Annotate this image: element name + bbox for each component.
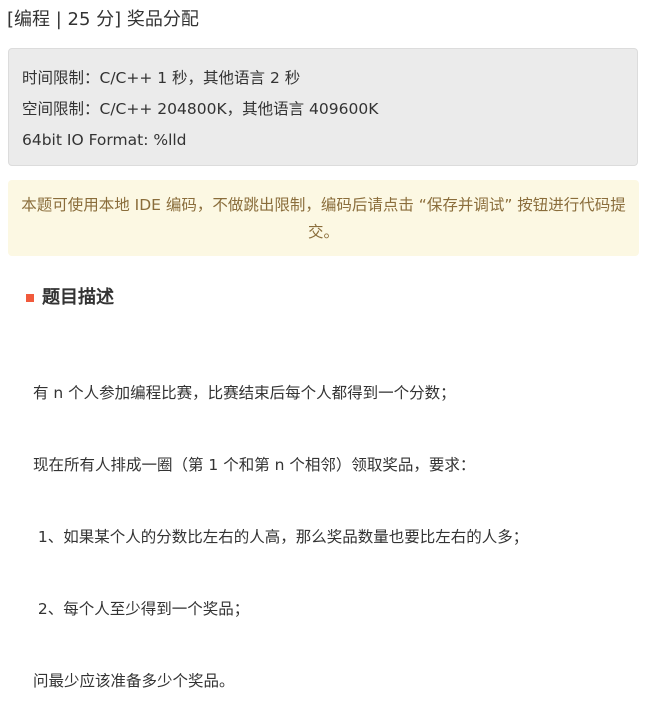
description-heading: 题目描述 (42, 287, 114, 308)
square-marker-icon (26, 294, 34, 302)
description-line: 现在所有人排成一圈（第 1 个和第 n 个相邻）领取奖品，要求： (33, 456, 476, 474)
ide-notice: 本题可使用本地 IDE 编码，不做跳出限制，编码后请点击 “保存并调试” 按钮进… (8, 180, 639, 256)
description-header: 题目描述 (26, 284, 114, 312)
problem-description: 有 n 个人参加编程比赛，比赛结束后每个人都得到一个分数； 现在所有人排成一圈（… (33, 333, 528, 717)
notice-text: 本题可使用本地 IDE 编码，不做跳出限制，编码后请点击 “保存并调试” 按钮进… (21, 196, 626, 241)
description-line: 有 n 个人参加编程比赛，比赛结束后每个人都得到一个分数； (33, 384, 456, 402)
description-line: 问最少应该准备多少个奖品。 (33, 672, 235, 690)
description-line: 1、如果某个人的分数比左右的人高，那么奖品数量也要比左右的人多； (33, 528, 529, 546)
time-limit: 时间限制：C/C++ 1 秒，其他语言 2 秒 (22, 69, 301, 87)
limits-panel: 时间限制：C/C++ 1 秒，其他语言 2 秒 空间限制：C/C++ 20480… (8, 48, 638, 166)
description-line: 2、每个人至少得到一个奖品； (33, 600, 250, 618)
io-format: 64bit IO Format: %lld (22, 131, 187, 149)
space-limit: 空间限制：C/C++ 204800K，其他语言 409600K (22, 100, 379, 118)
problem-title: [编程 | 25 分] 奖品分配 (7, 9, 199, 30)
